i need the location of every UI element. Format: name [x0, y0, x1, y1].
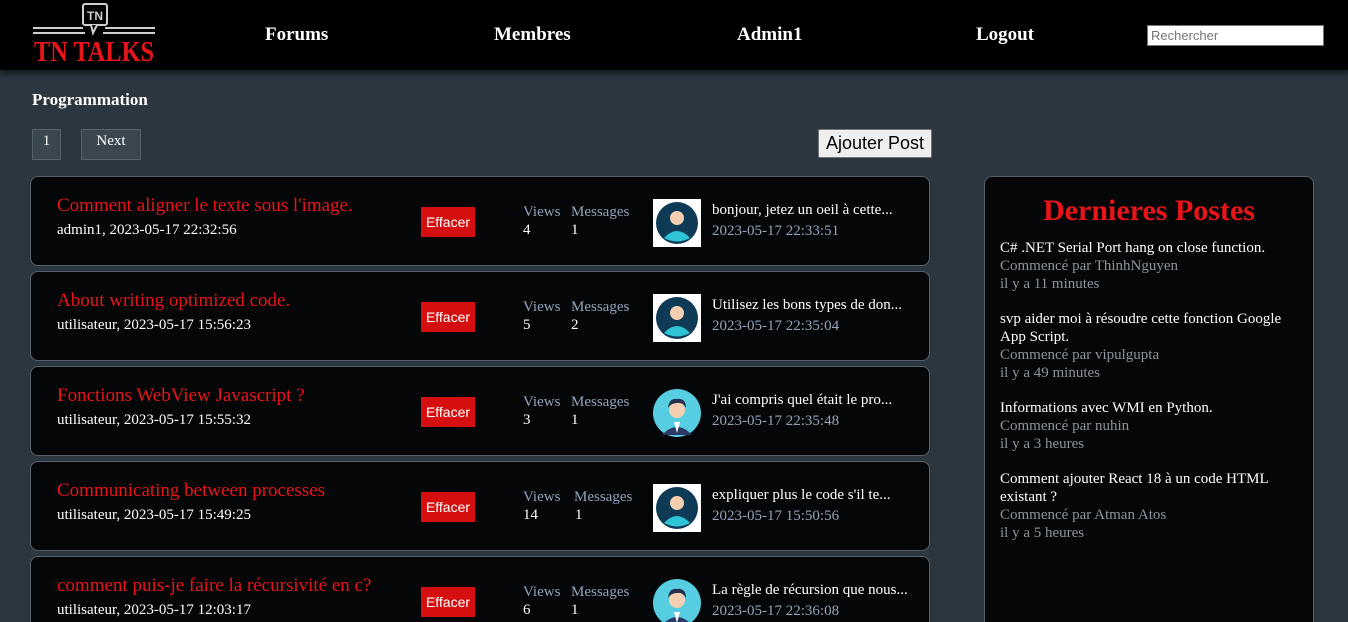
messages-count: 1 — [571, 412, 579, 428]
post-row: Fonctions WebView Javascript ? utilisate… — [30, 366, 930, 456]
views-count: 6 — [523, 602, 531, 618]
views-label: Views — [523, 204, 561, 220]
man-avatar-icon[interactable] — [653, 389, 701, 437]
latest-post-time: il y a 11 minutes — [1000, 276, 1100, 292]
user-avatar-icon[interactable] — [653, 294, 701, 342]
latest-posts-title: Dernieres Postes — [1043, 194, 1255, 227]
post-row: About writing optimized code. utilisateu… — [30, 271, 930, 361]
post-title-link[interactable]: Fonctions WebView Javascript ? — [57, 385, 305, 407]
top-navbar: TN TN TALKS Forums Membres Admin1 Logout — [0, 0, 1348, 70]
latest-post-author: Commencé par ThinhNguyen — [1000, 258, 1179, 274]
post-title-link[interactable]: About writing optimized code. — [57, 290, 290, 312]
post-title-link[interactable]: Comment aligner le texte sous l'image. — [57, 195, 353, 217]
post-author-date: utilisateur, 2023-05-17 15:56:23 — [57, 317, 251, 333]
search-input[interactable] — [1147, 25, 1324, 46]
messages-count: 1 — [571, 222, 579, 238]
post-title-link[interactable]: comment puis-je faire la récursivité en … — [57, 575, 371, 597]
latest-post-title[interactable]: svp aider moi à résoudre cette fonction … — [1000, 310, 1300, 346]
post-row: Comment aligner le texte sous l'image. a… — [30, 176, 930, 266]
logo-graphic: TN TN TALKS — [33, 3, 155, 68]
last-message-date: 2023-05-17 15:50:56 — [712, 508, 840, 524]
latest-post-author: Commencé par vipulgupta — [1000, 347, 1160, 363]
nav-membres[interactable]: Membres — [494, 24, 571, 46]
messages-label: Messages — [571, 204, 630, 220]
views-count: 4 — [523, 222, 531, 238]
messages-label: Messages — [571, 584, 630, 600]
page-1-button[interactable]: 1 — [32, 129, 61, 160]
user-avatar-icon[interactable] — [653, 199, 701, 247]
delete-post-button[interactable]: Effacer — [421, 397, 475, 427]
nav-forums[interactable]: Forums — [265, 24, 328, 46]
logo-badge: TN — [87, 9, 103, 23]
latest-post-item: svp aider moi à résoudre cette fonction … — [1000, 310, 1300, 382]
messages-count: 2 — [571, 317, 579, 333]
messages-label: Messages — [571, 394, 630, 410]
messages-count: 1 — [575, 507, 583, 523]
last-message-date: 2023-05-17 22:35:48 — [712, 413, 840, 429]
latest-post-item: C# .NET Serial Port hang on close functi… — [1000, 239, 1300, 293]
views-label: Views — [523, 299, 561, 315]
last-message-excerpt[interactable]: Utilisez les bons types de don... — [712, 297, 902, 314]
views-label: Views — [523, 489, 561, 505]
last-message-excerpt[interactable]: bonjour, jetez un oeil à cette... — [712, 202, 893, 219]
messages-label: Messages — [571, 299, 630, 315]
latest-post-title[interactable]: Comment ajouter React 18 à un code HTML … — [1000, 470, 1300, 506]
last-message-excerpt[interactable]: expliquer plus le code s'il te... — [712, 487, 891, 504]
views-label: Views — [523, 394, 561, 410]
nav-logout[interactable]: Logout — [976, 24, 1034, 46]
latest-post-time: il y a 3 heures — [1000, 436, 1085, 452]
post-row: comment puis-je faire la récursivité en … — [30, 556, 930, 622]
latest-post-author: Commencé par nuhin — [1000, 418, 1130, 434]
last-message-date: 2023-05-17 22:33:51 — [712, 223, 840, 239]
latest-post-item: Comment ajouter React 18 à un code HTML … — [1000, 470, 1300, 542]
site-logo[interactable]: TN TN TALKS — [33, 3, 157, 68]
views-count: 3 — [523, 412, 531, 428]
last-message-date: 2023-05-17 22:36:08 — [712, 603, 840, 619]
latest-post-author: Commencé par Atman Atos — [1000, 507, 1167, 523]
delete-post-button[interactable]: Effacer — [421, 492, 475, 522]
category-title: Programmation — [32, 90, 148, 109]
messages-count: 1 — [571, 602, 579, 618]
next-page-button[interactable]: Next — [81, 129, 141, 160]
delete-post-button[interactable]: Effacer — [421, 207, 475, 237]
logo-text: TN TALKS — [34, 37, 154, 65]
latest-post-item: Informations avec WMI en Python. Commenc… — [1000, 399, 1300, 453]
last-message-date: 2023-05-17 22:35:04 — [712, 318, 840, 334]
views-label: Views — [523, 584, 561, 600]
post-author-date: admin1, 2023-05-17 22:32:56 — [57, 222, 237, 238]
latest-post-title[interactable]: C# .NET Serial Port hang on close functi… — [1000, 239, 1300, 257]
latest-post-time: il y a 49 minutes — [1000, 365, 1100, 381]
add-post-button[interactable]: Ajouter Post — [818, 129, 932, 158]
post-author-date: utilisateur, 2023-05-17 12:03:17 — [57, 602, 251, 618]
post-title-link[interactable]: Communicating between processes — [57, 480, 325, 502]
views-count: 5 — [523, 317, 531, 333]
man-avatar-icon[interactable] — [653, 579, 701, 622]
messages-label: Messages — [574, 489, 633, 505]
post-row: Communicating between processes utilisat… — [30, 461, 930, 551]
nav-admin1[interactable]: Admin1 — [737, 24, 802, 46]
views-count: 14 — [523, 507, 538, 523]
delete-post-button[interactable]: Effacer — [421, 302, 475, 332]
latest-post-title[interactable]: Informations avec WMI en Python. — [1000, 399, 1300, 417]
last-message-excerpt[interactable]: J'ai compris quel était le pro... — [712, 392, 892, 409]
latest-post-time: il y a 5 heures — [1000, 525, 1085, 541]
latest-posts-panel: Dernieres Postes C# .NET Serial Port han… — [984, 176, 1314, 622]
last-message-excerpt[interactable]: La règle de récursion que nous... — [712, 582, 908, 599]
post-author-date: utilisateur, 2023-05-17 15:55:32 — [57, 412, 251, 428]
post-author-date: utilisateur, 2023-05-17 15:49:25 — [57, 507, 251, 523]
user-avatar-icon[interactable] — [653, 484, 701, 532]
delete-post-button[interactable]: Effacer — [421, 587, 475, 617]
